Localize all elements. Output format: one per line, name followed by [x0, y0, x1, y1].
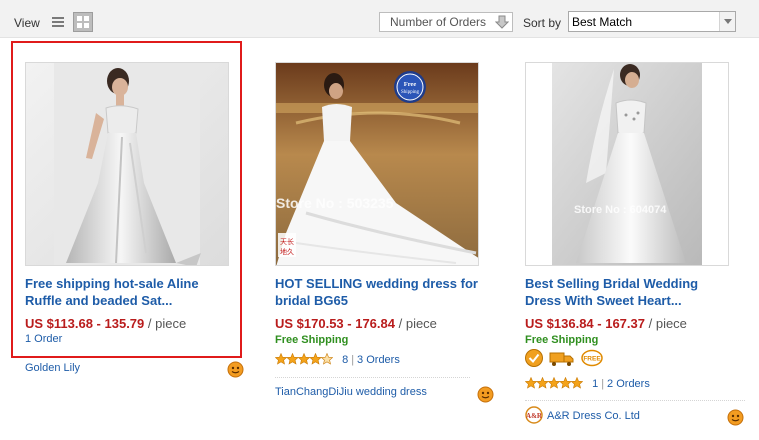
dropdown-button[interactable]: [719, 12, 735, 31]
product-title-line: Dress With Sweet Heart...: [525, 293, 682, 308]
price-unit: / piece: [648, 316, 687, 331]
price-range: US $136.84 - 167.37: [525, 316, 645, 331]
product-price: US $170.53 - 176.84 / piece: [275, 316, 437, 331]
svg-text:A&R: A&R: [526, 412, 543, 420]
product-price: US $113.68 - 135.79 / piece: [25, 316, 186, 331]
orders-count-link[interactable]: 2 Orders: [607, 378, 650, 390]
delivery-truck-icon: [549, 352, 574, 366]
product-title-link[interactable]: Best Selling Bridal Wedding Dress With S…: [525, 275, 749, 309]
sort-by-label: Sort by: [523, 16, 562, 30]
product-image[interactable]: Store No : 604074: [525, 62, 729, 266]
store-watermark: Store No : 604074: [574, 204, 667, 216]
list-view-icon: [52, 17, 64, 27]
divider: [275, 377, 470, 378]
view-label: View: [14, 16, 40, 30]
seller-name-link[interactable]: A&R Dress Co. Ltd: [547, 410, 640, 422]
svg-text:Free: Free: [404, 81, 417, 88]
grid-view-button[interactable]: [73, 12, 93, 32]
seller-name-link[interactable]: Golden Lily: [25, 362, 80, 374]
svg-text:地久: 地久: [280, 247, 294, 256]
sort-by-value: Best Match: [572, 15, 633, 29]
product-title-line: bridal BG65: [275, 293, 348, 308]
wedding-dress-photo: Store No : 604074: [526, 63, 728, 265]
star-rating-icon: [275, 353, 333, 365]
store-watermark: Store No : 503235: [276, 195, 394, 211]
orders-count-link[interactable]: 1 Order: [25, 333, 62, 345]
product-image[interactable]: [25, 62, 229, 266]
free-shipping-label: Free Shipping: [525, 334, 599, 346]
product-title-line: HOT SELLING wedding dress for: [275, 276, 478, 291]
product-price: US $136.84 - 167.37 / piece: [525, 316, 687, 331]
price-unit: / piece: [147, 316, 187, 331]
wedding-dress-photo: Free Shipping Store No : 503235 天长 地久: [276, 63, 478, 265]
sort-by-select[interactable]: Best Match: [568, 11, 736, 32]
orders-count-link[interactable]: 3 Orders: [357, 354, 400, 366]
list-view-button[interactable]: [48, 12, 68, 32]
free-shipping-label: Free Shipping: [275, 334, 349, 346]
price-unit: / piece: [398, 316, 437, 331]
chat-now-icon[interactable]: [227, 361, 244, 378]
rating-row: 8 | 3 Orders: [275, 353, 400, 366]
product-image[interactable]: Free Shipping Store No : 503235 天长 地久: [275, 62, 479, 266]
price-range: US $113.68 - 135.79: [25, 316, 145, 331]
star-rating-icon: [525, 377, 583, 389]
rating-row: 1 | 2 Orders: [525, 377, 650, 390]
grid-view-icon: [77, 16, 89, 28]
divider: [525, 400, 745, 401]
sort-by-orders-button[interactable]: Number of Orders: [379, 12, 513, 32]
svg-text:天长: 天长: [280, 237, 294, 246]
svg-text:FREE: FREE: [583, 356, 601, 363]
chat-now-icon[interactable]: [477, 386, 494, 403]
product-title-link[interactable]: Free shipping hot-sale Aline Ruffle and …: [25, 275, 249, 309]
svg-text:Shipping: Shipping: [401, 90, 420, 95]
product-title-line: Best Selling Bridal Wedding: [525, 276, 699, 291]
seller-name-link[interactable]: TianChangDiJiu wedding dress: [275, 386, 427, 398]
chat-now-icon[interactable]: [727, 409, 744, 426]
view-toolbar: View Number of Orders Sort by Best Match: [0, 0, 759, 38]
seller-logo-icon: A&R: [525, 406, 543, 424]
sort-orders-label: Number of Orders: [390, 15, 487, 29]
guarantee-icon: [525, 349, 543, 367]
service-badges: FREE: [524, 348, 608, 371]
price-range: US $170.53 - 176.84: [275, 316, 395, 331]
product-title-line: Free shipping hot-sale Aline: [25, 276, 199, 291]
free-shipping-badge-icon: FREE: [581, 349, 603, 367]
product-title-link[interactable]: HOT SELLING wedding dress for bridal BG6…: [275, 275, 499, 309]
wedding-dress-photo: [26, 63, 228, 265]
product-title-line: Ruffle and beaded Sat...: [25, 293, 173, 308]
chevron-down-icon: [724, 19, 732, 24]
sort-down-arrow-icon: [495, 15, 509, 29]
